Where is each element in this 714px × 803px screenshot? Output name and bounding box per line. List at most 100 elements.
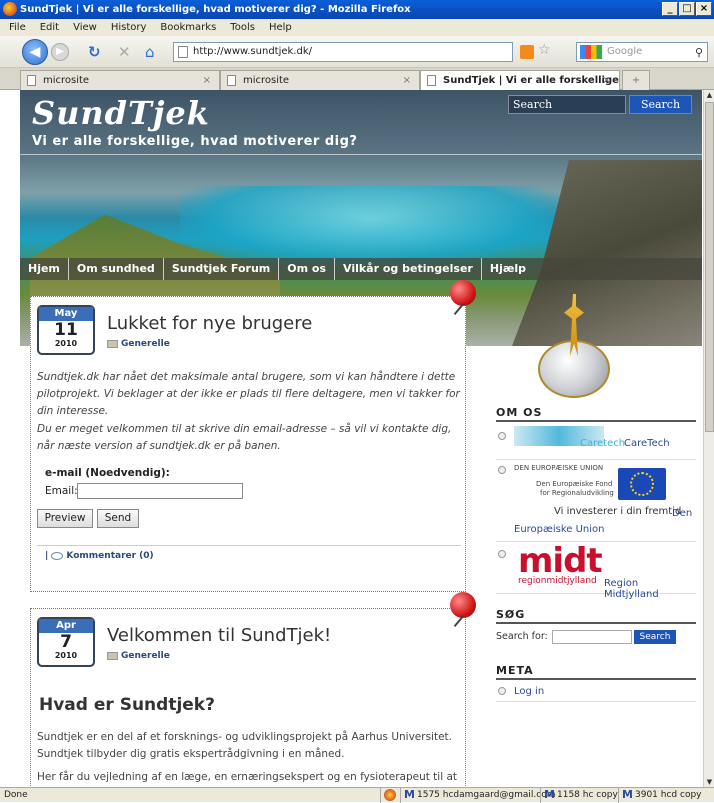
post-paragraph: Her får du vejledning af en læge, en ern… [37,771,458,783]
sidebar-search-input[interactable] [552,630,632,644]
sog-heading: SØG [496,608,696,624]
midt-item[interactable]: midt regionmidtjylland Region Midtjyllan… [496,542,696,600]
nav-om-os[interactable]: Om os [279,258,335,280]
midt-logo[interactable]: midt [518,544,603,578]
header-divider [20,154,702,155]
om-os-heading: OM OS [496,406,696,422]
url-bar[interactable]: http://www.sundtjek.dk/ [173,42,513,62]
site-title[interactable]: SundTjek [32,94,210,132]
email-input[interactable] [77,483,243,499]
menu-help[interactable]: Help [262,19,299,36]
eu-link-part2[interactable]: Europæiske Union [514,524,604,535]
url-text: http://www.sundtjek.dk/ [193,46,312,57]
scroll-down-icon[interactable]: ▼ [705,777,714,787]
menu-history[interactable]: History [104,19,154,36]
send-button[interactable]: Send [97,509,139,528]
divider [37,545,461,546]
comments-link[interactable]: | Kommentarer (0) [45,551,154,561]
date-year: 2010 [54,651,78,660]
search-engine-box[interactable]: Google ⚲ [576,42,708,62]
bullet-icon [498,432,506,440]
browser-window: SundTjek | Vi er alle forskellige, hvad … [0,0,714,803]
gmail-account-1[interactable]: M 1575 hcdamgaard@gmail.com [400,788,556,803]
date-month: Apr [39,619,93,633]
nav-sundtjek-forum[interactable]: Sundtjek Forum [164,258,280,280]
stop-icon[interactable]: ✕ [118,43,131,61]
gmail-icon: M [544,788,555,801]
gmail-icon: M [404,788,415,801]
reload-icon[interactable]: ↻ [88,43,101,61]
maximize-button[interactable]: □ [679,2,695,16]
compass-disc [538,340,610,398]
menu-view[interactable]: View [66,19,104,36]
category-label: Generelle [121,651,170,661]
post-title[interactable]: Lukket for nye brugere [107,313,312,334]
compass-figure-image [534,294,616,400]
search-icon[interactable]: ⚲ [695,44,703,62]
caretech-link[interactable]: CareTech [624,438,670,449]
folder-icon [107,340,118,348]
nav-om-sundhed[interactable]: Om sundhed [69,258,164,280]
rss-icon[interactable] [520,45,534,59]
scroll-up-icon[interactable]: ▲ [705,90,714,100]
midt-link[interactable]: Region Midtjylland [604,578,696,600]
tab-microsite-2[interactable]: microsite × [220,70,420,90]
preview-button[interactable]: Preview [37,509,93,528]
nav-hjem[interactable]: Hjem [20,258,69,280]
login-item[interactable]: Log in [496,682,696,702]
page-icon [27,75,36,86]
menu-bookmarks[interactable]: Bookmarks [153,19,223,36]
header-search-input[interactable]: Search [508,95,626,114]
tab-microsite-1[interactable]: microsite × [20,70,220,90]
menu-tools[interactable]: Tools [223,19,262,36]
caretech-logo-text: Caretech [580,438,626,449]
post-velkommen: Apr 7 2010 Velkommen til SundTjek! Gener… [30,608,466,787]
close-tab-icon[interactable]: × [403,71,411,90]
comment-bubble-icon [51,551,64,560]
post-category[interactable]: Generelle [107,651,170,661]
close-tab-icon[interactable]: × [603,71,611,90]
post-category[interactable]: Generelle [107,339,170,349]
page-viewport: SundTjek Vi er alle forskellige, hvad mo… [0,90,703,787]
date-year: 2010 [54,339,78,348]
navigation-toolbar: ◀ ▶ ↻ ✕ ⌂ http://www.sundtjek.dk/ ☆ Goog… [0,36,714,68]
date-day: 11 [54,320,78,340]
gmail-account-2[interactable]: M 1158 hc copy [540,788,618,803]
scroll-thumb[interactable] [705,102,714,432]
menu-edit[interactable]: Edit [33,19,66,36]
eu-line3: for Regionaludvikling [540,489,614,497]
back-button[interactable]: ◀ [22,39,48,65]
header-search-button[interactable]: Search [629,95,692,114]
email-label: Email: [45,485,78,497]
tab-label: microsite [243,75,290,86]
close-tab-icon[interactable]: × [203,71,211,90]
bookmark-star-icon[interactable]: ☆ [538,42,551,58]
google-icon [580,45,602,59]
eu-link-part1[interactable]: Den [672,508,692,519]
bullet-icon [498,550,506,558]
caretech-item[interactable]: Caretech CareTech [496,424,696,460]
page-icon [178,46,188,58]
tab-label: SundTjek | Vi er alle forskellige, ... [443,75,620,86]
login-link[interactable]: Log in [514,686,544,697]
menu-file[interactable]: File [2,19,33,36]
eu-flag-icon [618,468,666,500]
minimize-button[interactable]: _ [662,2,678,16]
close-button[interactable]: × [696,2,712,16]
eu-item[interactable]: DEN EUROPÆISKE UNION Den Europæiske Fond… [496,460,696,542]
date-badge: May 11 2010 [37,305,95,355]
eu-invest: Vi investerer i din fremtid [554,506,682,517]
nav-vilkaar[interactable]: Vilkår og betingelser [335,258,482,280]
tab-sundtjek[interactable]: SundTjek | Vi er alle forskellige, ... × [420,70,620,90]
home-icon[interactable]: ⌂ [145,43,155,61]
date-day: 7 [60,632,72,652]
vertical-scrollbar[interactable]: ▲ ▼ [703,90,714,787]
forward-button[interactable]: ▶ [51,43,69,61]
post-paragraph: Sundtjek.dk har nået det maksimale antal… [37,371,460,417]
sidebar-search-button[interactable]: Search [634,630,676,644]
new-tab-button[interactable]: + [622,70,650,90]
post-title[interactable]: Velkommen til SundTjek! [107,625,331,646]
gmail-account-3[interactable]: M 3901 hcd copy [618,788,714,803]
folder-icon [107,652,118,660]
nav-hjaelp[interactable]: Hjælp [482,258,534,280]
